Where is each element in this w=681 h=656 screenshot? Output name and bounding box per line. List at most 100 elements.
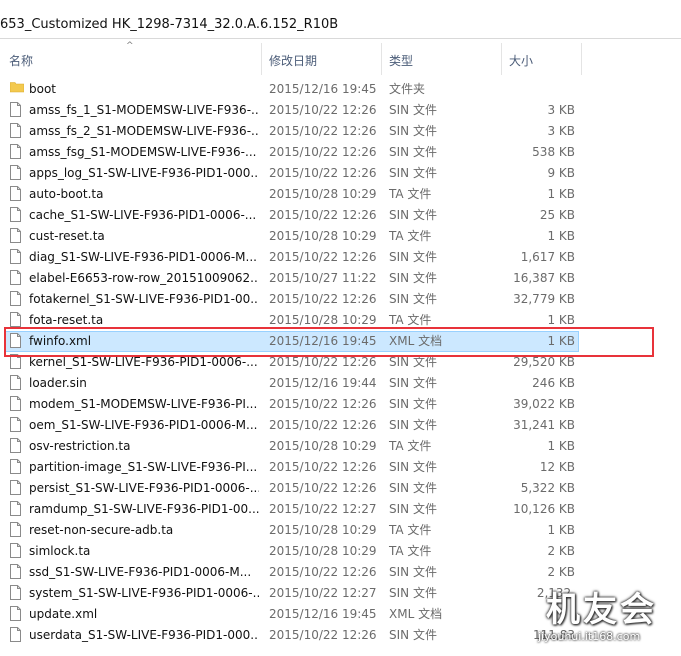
column-divider[interactable]	[581, 43, 582, 75]
file-type: SIN 文件	[389, 250, 437, 264]
file-row[interactable]: cust-reset.ta 2015/10/28 10:29 TA 文件 1 KB	[0, 226, 681, 247]
file-row[interactable]: cache_S1-SW-LIVE-F936-PID1-0006-... 2015/…	[0, 205, 681, 226]
file-name: fota-reset.ta	[29, 314, 104, 327]
column-divider[interactable]	[381, 43, 382, 75]
file-row[interactable]: ssd_S1-SW-LIVE-F936-PID1-0006-M... 2015/1…	[0, 562, 681, 583]
file-name: update.xml	[29, 608, 98, 621]
file-date: 2015/10/28 10:29	[269, 187, 377, 201]
file-size: 16,387 KB	[513, 271, 575, 285]
file-type: TA 文件	[389, 439, 432, 453]
file-icon	[10, 207, 21, 222]
file-icon	[10, 417, 21, 432]
file-icon	[10, 312, 21, 327]
file-row[interactable]: osv-restriction.ta 2015/10/28 10:29 TA 文件 1…	[0, 436, 681, 457]
file-type: TA 文件	[389, 229, 432, 243]
file-icon	[10, 501, 21, 516]
file-date: 2015/10/22 12:26	[269, 124, 377, 138]
file-name: boot	[29, 83, 57, 96]
file-icon	[10, 564, 21, 579]
file-row[interactable]: diag_S1-SW-LIVE-F936-PID1-0006-M... 2015/…	[0, 247, 681, 268]
file-size: 1 KB	[547, 439, 575, 453]
file-type: SIN 文件	[389, 586, 437, 600]
file-row[interactable]: auto-boot.ta 2015/10/28 10:29 TA 文件 1 KB	[0, 184, 681, 205]
file-size: 9 KB	[547, 166, 575, 180]
file-date: 2015/10/22 12:26	[269, 292, 377, 306]
column-name[interactable]: 名称	[9, 52, 33, 69]
file-name: oem_S1-SW-LIVE-F936-PID1-0006-M...	[29, 419, 258, 432]
file-type: SIN 文件	[389, 460, 437, 474]
column-divider[interactable]	[261, 43, 262, 75]
file-type: TA 文件	[389, 523, 432, 537]
file-date: 2015/10/22 12:26	[269, 565, 377, 579]
column-divider[interactable]	[501, 43, 502, 75]
file-row[interactable]: boot 2015/12/16 19:45 文件夹	[0, 79, 681, 100]
file-size: 538 KB	[532, 145, 575, 159]
file-date: 2015/10/22 12:26	[269, 418, 377, 432]
file-name: auto-boot.ta	[29, 188, 104, 201]
file-name: amss_fsg_S1-MODEMSW-LIVE-F936-...	[29, 146, 257, 159]
file-name: apps_log_S1-SW-LIVE-F936-PID1-000...	[29, 167, 259, 180]
file-size: 1 KB	[547, 523, 575, 537]
file-icon	[10, 375, 21, 390]
file-row[interactable]: simlock.ta 2015/10/28 10:29 TA 文件 2 KB	[0, 541, 681, 562]
file-row[interactable]: elabel-E6653-row-row_20151009062... 2015/…	[0, 268, 681, 289]
file-type: TA 文件	[389, 187, 432, 201]
file-date: 2015/10/22 12:26	[269, 145, 377, 159]
file-date: 2015/10/22 12:27	[269, 502, 377, 516]
file-type: SIN 文件	[389, 397, 437, 411]
file-row[interactable]: modem_S1-MODEMSW-LIVE-F936-PI... 2015/10/…	[0, 394, 681, 415]
file-type: SIN 文件	[389, 271, 437, 285]
file-name: amss_fs_1_S1-MODEMSW-LIVE-F936-...	[29, 104, 259, 117]
file-type: SIN 文件	[389, 145, 437, 159]
file-row[interactable]: amss_fs_2_S1-MODEMSW-LIVE-F936-... 2015/1…	[0, 121, 681, 142]
file-date: 2015/12/16 19:45	[269, 82, 377, 96]
file-icon	[10, 522, 21, 537]
file-icon	[10, 396, 21, 411]
file-icon	[10, 627, 21, 642]
file-date: 2015/10/22 12:26	[269, 481, 377, 495]
file-size: 2 KB	[547, 544, 575, 558]
file-date: 2015/12/16 19:44	[269, 376, 377, 390]
file-date: 2015/10/22 12:26	[269, 166, 377, 180]
watermark: 机友会 jiyouhui.it168.com	[538, 582, 678, 652]
file-row[interactable]: fotakernel_S1-SW-LIVE-F936-PID1-00... 201…	[0, 289, 681, 310]
column-size[interactable]: 大小	[509, 52, 533, 69]
file-size: 39,022 KB	[513, 397, 575, 411]
file-name: modem_S1-MODEMSW-LIVE-F936-PI...	[29, 398, 258, 411]
file-row[interactable]: apps_log_S1-SW-LIVE-F936-PID1-000... 2015…	[0, 163, 681, 184]
file-date: 2015/10/28 10:29	[269, 229, 377, 243]
file-row[interactable]: oem_S1-SW-LIVE-F936-PID1-0006-M... 2015/1…	[0, 415, 681, 436]
file-row[interactable]: amss_fsg_S1-MODEMSW-LIVE-F936-... 2015/10…	[0, 142, 681, 163]
file-icon	[10, 102, 21, 117]
address-bar[interactable]: 653_Customized HK_1298-7314_32.0.A.6.152…	[0, 0, 681, 39]
file-row[interactable]: ramdump_S1-SW-LIVE-F936-PID1-00... 2015/1…	[0, 499, 681, 520]
file-name: system_S1-SW-LIVE-F936-PID1-0006-...	[29, 587, 259, 600]
file-date: 2015/12/16 19:45	[269, 607, 377, 621]
file-size: 32,779 KB	[513, 292, 575, 306]
file-icon	[10, 186, 21, 201]
file-icon	[10, 123, 21, 138]
column-date[interactable]: 修改日期	[269, 52, 317, 69]
file-type: SIN 文件	[389, 292, 437, 306]
file-row[interactable]: loader.sin 2015/12/16 19:44 SIN 文件 246 KB	[0, 373, 681, 394]
file-name: loader.sin	[29, 377, 87, 390]
file-row[interactable]: partition-image_S1-SW-LIVE-F936-PI... 201…	[0, 457, 681, 478]
file-name: fotakernel_S1-SW-LIVE-F936-PID1-00...	[29, 293, 259, 306]
file-row[interactable]: amss_fs_1_S1-MODEMSW-LIVE-F936-... 2015/1…	[0, 100, 681, 121]
file-type: SIN 文件	[389, 565, 437, 579]
file-row[interactable]: persist_S1-SW-LIVE-F936-PID1-0006-... 201…	[0, 478, 681, 499]
file-type: TA 文件	[389, 544, 432, 558]
file-row[interactable]: reset-non-secure-adb.ta 2015/10/28 10:29 T…	[0, 520, 681, 541]
file-type: SIN 文件	[389, 502, 437, 516]
file-icon	[10, 228, 21, 243]
file-size: 29,520 KB	[513, 355, 575, 369]
column-type[interactable]: 类型	[389, 52, 413, 69]
file-size: 12 KB	[539, 460, 575, 474]
file-date: 2015/10/22 12:26	[269, 355, 377, 369]
file-type: SIN 文件	[389, 355, 437, 369]
file-name: elabel-E6653-row-row_20151009062...	[29, 272, 259, 285]
file-name: reset-non-secure-adb.ta	[29, 524, 174, 537]
file-name: partition-image_S1-SW-LIVE-F936-PI...	[29, 461, 258, 474]
file-type: SIN 文件	[389, 628, 437, 642]
file-icon	[10, 165, 21, 180]
